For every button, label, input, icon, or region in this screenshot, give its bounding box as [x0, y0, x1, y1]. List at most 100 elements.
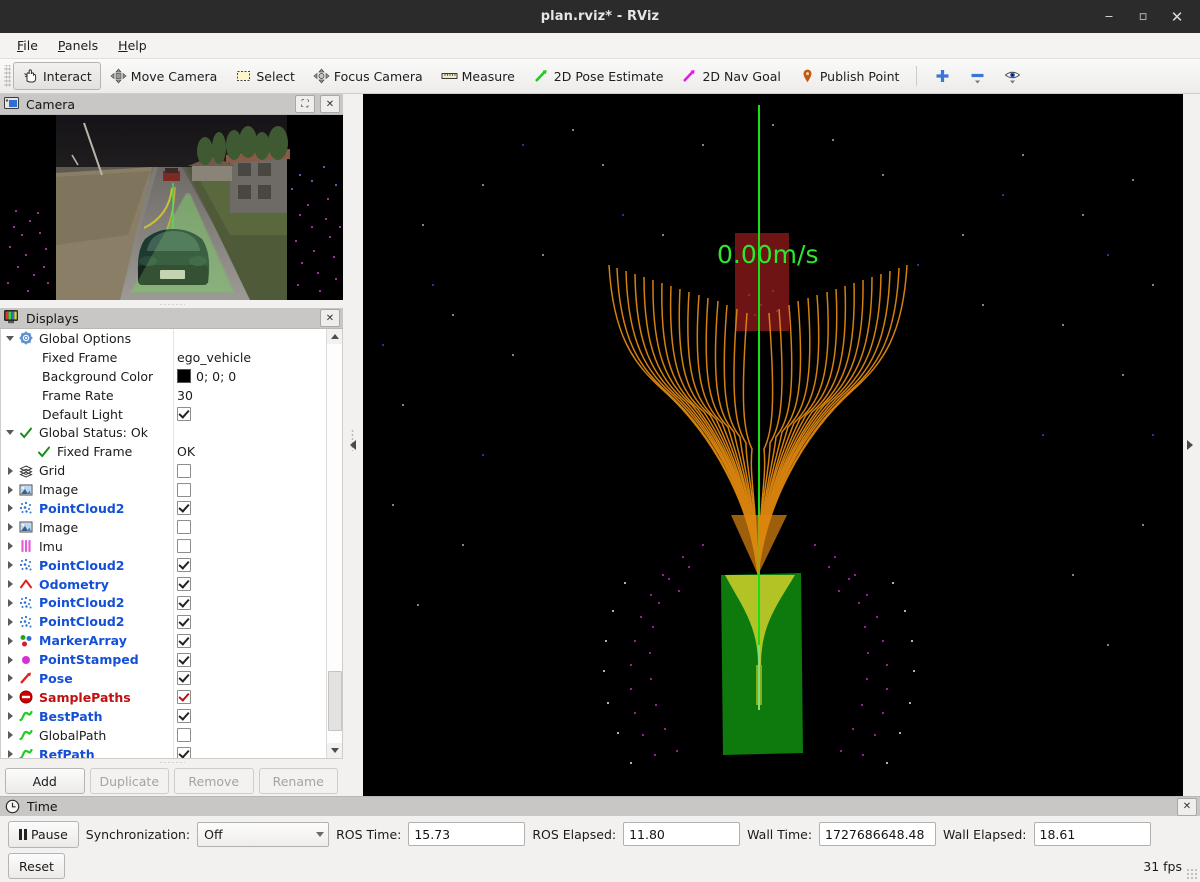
tool-interact[interactable]: Interact — [13, 62, 101, 90]
tool-publish-point[interactable]: Publish Point — [790, 62, 909, 90]
scroll-up-icon[interactable] — [327, 329, 342, 344]
displays-item-checkbox[interactable] — [177, 595, 191, 610]
displays-item-checkbox[interactable] — [177, 539, 191, 554]
displays-tree-row[interactable]: Frame Rate 30 — [1, 385, 326, 405]
expander-expand-icon[interactable] — [1, 466, 19, 475]
expander-expand-icon[interactable] — [1, 693, 19, 702]
displays-tree-row[interactable]: Global Options — [1, 329, 326, 348]
close-icon[interactable]: ✕ — [1160, 0, 1194, 33]
displays-item-value-cell[interactable] — [173, 555, 326, 575]
scrollbar-thumb[interactable] — [328, 671, 342, 731]
displays-item-value-cell[interactable] — [173, 461, 326, 481]
expander-expand-icon[interactable] — [1, 580, 19, 589]
tool-remove-minus[interactable] — [960, 62, 995, 90]
displays-tree-row[interactable]: Grid — [1, 461, 326, 481]
tool-measure[interactable]: Measure — [432, 62, 524, 90]
displays-resize-grip[interactable] — [0, 759, 343, 766]
right-splitter[interactable] — [1183, 94, 1200, 796]
displays-item-checkbox[interactable] — [177, 558, 191, 573]
displays-item-checkbox[interactable] — [177, 671, 191, 686]
expander-expand-icon[interactable] — [1, 598, 19, 607]
menu-help[interactable]: Help — [109, 36, 156, 55]
displays-item-value-cell[interactable] — [173, 631, 326, 651]
camera-float-icon[interactable]: ⛶ — [295, 95, 315, 113]
displays-tree-row[interactable]: Global Status: Ok — [1, 423, 326, 443]
displays-tree-row[interactable]: Odometry — [1, 574, 326, 594]
minimize-icon[interactable]: ‒ — [1092, 0, 1126, 33]
displays-item-value-cell[interactable] — [173, 612, 326, 632]
displays-item-value-cell[interactable]: 0; 0; 0 — [173, 366, 326, 386]
displays-item-value-cell[interactable] — [173, 423, 326, 443]
displays-item-checkbox[interactable] — [177, 463, 191, 478]
displays-item-value-cell[interactable] — [173, 536, 326, 556]
rename-button[interactable]: Rename — [258, 768, 338, 794]
displays-tree-row[interactable]: Default Light — [1, 404, 326, 424]
menu-file[interactable]: File — [8, 36, 47, 55]
displays-tree-row[interactable]: Background Color 0; 0; 0 — [1, 366, 326, 386]
camera-render-view[interactable] — [0, 115, 343, 300]
displays-tree-row[interactable]: Image — [1, 480, 326, 500]
expander-expand-icon[interactable] — [1, 731, 19, 740]
displays-tree-row[interactable]: RefPath — [1, 744, 326, 759]
displays-tree[interactable]: Global Options Fixed Frame ego_vehicle Back… — [1, 329, 326, 759]
displays-close-icon[interactable]: ✕ — [320, 309, 340, 327]
displays-item-value-cell[interactable] — [173, 706, 326, 726]
window-size-grip[interactable] — [1186, 868, 1198, 880]
displays-item-checkbox[interactable] — [177, 577, 191, 592]
wall-time-input[interactable]: 1727686648.48 — [819, 822, 937, 846]
synchronization-select[interactable]: Off — [197, 821, 330, 847]
tool-visibility-eye[interactable] — [995, 62, 1030, 90]
color-swatch[interactable] — [177, 369, 191, 384]
reset-button[interactable]: Reset — [8, 853, 65, 879]
displays-tree-row[interactable]: Fixed Frame ego_vehicle — [1, 347, 326, 367]
displays-tree-row[interactable]: SamplePaths — [1, 687, 326, 707]
displays-item-value-cell[interactable] — [173, 404, 326, 424]
expander-expand-icon[interactable] — [1, 485, 19, 494]
duplicate-button[interactable]: Duplicate — [89, 768, 169, 794]
expander-expand-icon[interactable] — [1, 523, 19, 532]
toolbar-grip[interactable] — [4, 65, 11, 87]
displays-item-value-cell[interactable] — [173, 480, 326, 500]
displays-item-value-cell[interactable] — [173, 744, 326, 759]
expander-expand-icon[interactable] — [1, 655, 19, 664]
expander-expand-icon[interactable] — [1, 561, 19, 570]
scrollbar-track[interactable] — [327, 344, 342, 744]
wall-elapsed-input[interactable]: 18.61 — [1033, 822, 1151, 846]
displays-item-value-cell[interactable]: 30 — [173, 385, 326, 405]
expander-expand-icon[interactable] — [1, 636, 19, 645]
displays-tree-row[interactable]: PointCloud2 — [1, 499, 326, 518]
displays-item-value-cell[interactable] — [173, 650, 326, 670]
ros-elapsed-input[interactable]: 11.80 — [623, 822, 741, 846]
displays-tree-row[interactable]: GlobalPath — [1, 725, 326, 745]
tool-2d-nav-goal[interactable]: 2D Nav Goal — [672, 62, 789, 90]
left-splitter[interactable] — [343, 94, 363, 796]
displays-item-value-cell[interactable] — [173, 725, 326, 745]
expander-expand-icon[interactable] — [1, 674, 19, 683]
remove-button[interactable]: Remove — [174, 768, 254, 794]
expander-expand-icon[interactable] — [1, 712, 19, 721]
displays-item-checkbox[interactable] — [177, 633, 191, 648]
collapse-right-arrow-icon[interactable] — [1187, 440, 1193, 450]
expander-collapse-icon[interactable] — [1, 335, 19, 341]
tool-add-plus[interactable] — [925, 62, 960, 90]
displays-item-value-cell[interactable] — [173, 593, 326, 613]
3d-render-view[interactable]: 0.00m/s 0.00m/s — [363, 94, 1183, 796]
camera-panel-resize-grip[interactable] — [0, 300, 343, 308]
displays-item-value-cell[interactable] — [173, 669, 326, 688]
displays-scrollbar[interactable] — [326, 329, 342, 759]
scroll-down-icon[interactable] — [327, 743, 342, 759]
displays-item-checkbox[interactable] — [177, 709, 191, 724]
expander-expand-icon[interactable] — [1, 750, 19, 759]
displays-tree-row[interactable]: Pose — [1, 669, 326, 688]
displays-tree-row[interactable]: Imu — [1, 536, 326, 556]
displays-item-checkbox[interactable] — [177, 652, 191, 667]
displays-item-value-cell[interactable] — [173, 329, 326, 348]
tool-2d-pose-estimate[interactable]: 2D Pose Estimate — [524, 62, 673, 90]
displays-tree-row[interactable]: Fixed Frame OK — [1, 442, 326, 462]
displays-tree-row[interactable]: MarkerArray — [1, 631, 326, 651]
displays-item-value-cell[interactable] — [173, 574, 326, 594]
tool-select[interactable]: Select — [226, 62, 304, 90]
displays-tree-row[interactable]: BestPath — [1, 706, 326, 726]
expander-expand-icon[interactable] — [1, 617, 19, 626]
menu-panels[interactable]: Panels — [49, 36, 107, 55]
